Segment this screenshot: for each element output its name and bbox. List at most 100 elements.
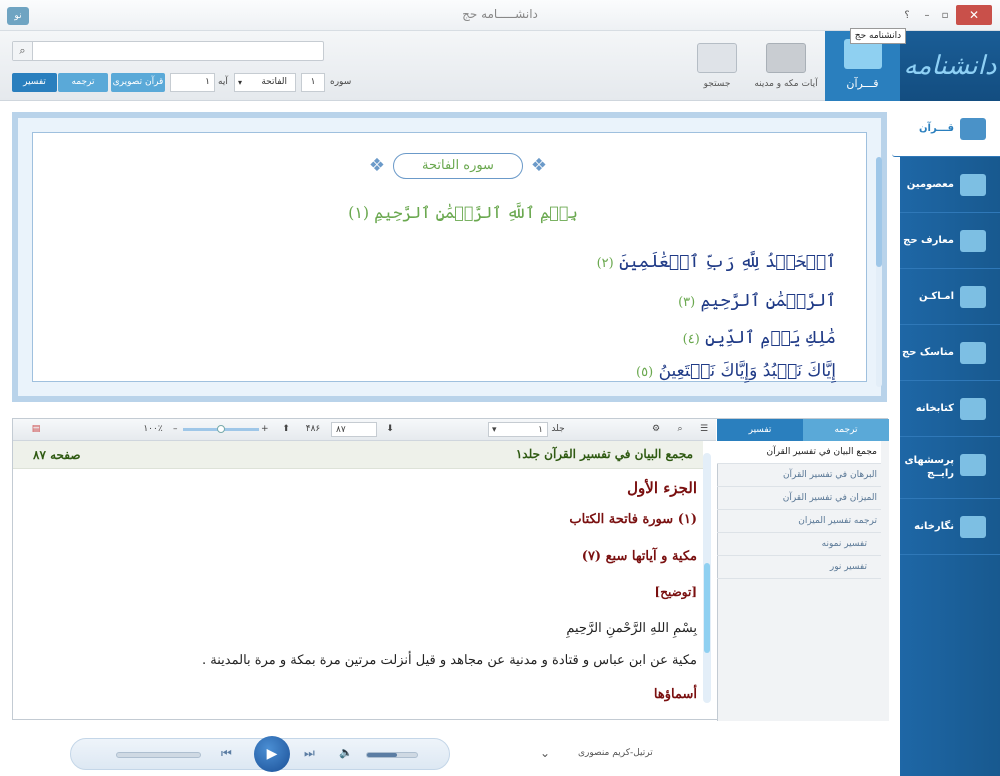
page-input[interactable]: ٨٧ bbox=[331, 422, 377, 437]
progress-bar[interactable] bbox=[116, 752, 201, 758]
page-total: ۴٨۶ bbox=[305, 424, 321, 434]
sidebar-item-label: امـاکـن bbox=[918, 291, 954, 302]
sidebar-item-quran[interactable]: قـــرآن bbox=[892, 101, 1000, 157]
page-label: صفحه ٨٧ bbox=[33, 448, 81, 462]
library-icon bbox=[960, 398, 986, 420]
volume-icon[interactable]: 🔈 bbox=[339, 746, 353, 759]
help-button[interactable]: ؟ bbox=[898, 8, 916, 24]
previous-icon[interactable]: ⏮ bbox=[221, 746, 232, 761]
sidebar-item-label: معارف حج bbox=[903, 235, 954, 246]
tafsir-scrollbar[interactable] bbox=[703, 453, 711, 703]
chevron-down-icon: ▾ bbox=[492, 425, 497, 435]
chevron-down-icon[interactable]: ⌄ bbox=[540, 746, 550, 760]
sidebar-item-masumin[interactable]: معصومین bbox=[900, 157, 1000, 213]
tafsir-button[interactable]: تفسیر bbox=[12, 73, 57, 92]
mecca-medina-tool-button[interactable]: آیات مکه و مدینه bbox=[752, 39, 820, 95]
surah-select[interactable]: ▾ الفاتحة bbox=[234, 73, 296, 92]
search-tool-button[interactable]: جستجو bbox=[683, 39, 751, 95]
pdf-icon[interactable]: ▤ bbox=[28, 422, 44, 437]
next-icon[interactable]: ⏭ bbox=[304, 746, 315, 761]
tooltip: دانشنامه حج bbox=[850, 28, 906, 44]
close-button[interactable]: ✕ bbox=[956, 5, 992, 25]
surah-number-field[interactable]: ۱ bbox=[301, 73, 325, 92]
list-item[interactable]: مجمع البيان في تفسير القرآن bbox=[717, 441, 881, 464]
scrollbar-thumb[interactable] bbox=[704, 563, 710, 653]
list-item[interactable]: الميزان في تفسير القرآن bbox=[717, 487, 881, 510]
verse-text: إِيَّاكَ نَعۡبُدُ وَإِيَّاكَ نَسۡتَعِينُ bbox=[658, 361, 836, 381]
tafsir-panel: ▤ ١٠٠٪ – + ⬆ ۴٨۶ ٨٧ ⬇ ▾ ١ جلد ⚙ ⌕ ☰ صفحه… bbox=[12, 418, 889, 721]
quran-icon bbox=[960, 118, 986, 140]
gallery-icon bbox=[960, 516, 986, 538]
list-item[interactable]: تفسیر نور bbox=[717, 556, 881, 579]
ornament-left-icon: ❖ bbox=[368, 155, 386, 176]
gear-icon[interactable]: ⚙ bbox=[649, 422, 663, 437]
sidebar-item-gallery[interactable]: نگارخانه bbox=[900, 499, 1000, 555]
magnifier-book-icon bbox=[697, 43, 737, 73]
mecca-medina-tool-label: آیات مکه و مدینه bbox=[754, 79, 818, 89]
zoom-slider[interactable]: – + bbox=[173, 422, 269, 437]
tafsir-line: أسماؤها bbox=[653, 687, 697, 702]
faq-icon bbox=[960, 454, 986, 476]
audio-player: ⏮ ▶ ⏭ 🔈 bbox=[70, 736, 450, 772]
page-down-icon[interactable]: ⬇ bbox=[383, 422, 397, 437]
verse-text: مَٰلِكِ يَوۡمِ ٱلدِّينِ bbox=[705, 328, 836, 348]
ayeh-value: ۱ bbox=[205, 77, 210, 87]
restore-button[interactable]: ▫ bbox=[936, 8, 954, 24]
scrollbar-thumb[interactable] bbox=[876, 157, 882, 267]
verse-line: إِيَّاكَ نَعۡبُدُ وَإِيَّاكَ نَسۡتَعِينُ… bbox=[636, 361, 836, 381]
play-button[interactable]: ▶ bbox=[254, 736, 290, 772]
book-title: مجمع البيان في تفسير القرآن جلد١ bbox=[515, 447, 693, 461]
kaaba-icon bbox=[960, 230, 986, 252]
volume-slider[interactable] bbox=[366, 752, 418, 758]
surah-title: سوره الفاتحة bbox=[393, 153, 523, 179]
tab-tafsir[interactable]: تفسیر bbox=[717, 419, 803, 441]
verse-number: (٣) bbox=[678, 295, 696, 310]
window-title: دانشـــــامه حج bbox=[462, 7, 538, 21]
app-logo-icon: نو bbox=[7, 7, 29, 25]
quran-tasviri-button[interactable]: قرآن تصویری bbox=[111, 73, 165, 92]
sidebar-item-faq[interactable]: پرسشهای رایــج bbox=[900, 437, 1000, 499]
sidebar: قـــرآن معصومین معارف حج امـاکـن مناسک ح… bbox=[892, 101, 1000, 776]
page-up-icon[interactable]: ⬆ bbox=[279, 422, 293, 437]
list-item[interactable]: البرهان في تفسير القرآن bbox=[717, 464, 881, 487]
ayeh-field[interactable]: ۱ bbox=[170, 73, 215, 92]
reciter-label[interactable]: ترتیل-کریم منصوری bbox=[578, 748, 653, 758]
search-tool-label: جستجو bbox=[703, 79, 731, 89]
minimize-button[interactable]: – bbox=[918, 8, 936, 24]
verse-line: ٱلرَّحۡمَٰنِ ٱلرَّحِيمِ (٣) bbox=[678, 290, 836, 311]
title-bar: نو دانشـــــامه حج ؟ – ▫ ✕ bbox=[0, 0, 1000, 31]
volume-select[interactable]: ▾ ١ bbox=[488, 422, 548, 437]
sidebar-item-label: معصومین bbox=[906, 179, 954, 190]
verse-line: ٱلۡحَمۡدُ لِلَّهِ رَبِّ ٱلۡعَٰلَمِينَ (٢… bbox=[597, 251, 836, 272]
tarjome-button[interactable]: ترجمه bbox=[58, 73, 108, 92]
tafsir-header: صفحه ٨٧ مجمع البيان في تفسير القرآن جلد١ bbox=[13, 441, 703, 469]
sidebar-item-maaref-hajj[interactable]: معارف حج bbox=[900, 213, 1000, 269]
sidebar-item-library[interactable]: کتابخانه bbox=[900, 381, 1000, 437]
places-icon bbox=[960, 286, 986, 308]
sidebar-item-label: قـــرآن bbox=[919, 123, 954, 134]
sidebar-item-manasek[interactable]: مناسک حج bbox=[900, 325, 1000, 381]
surah-select-value: الفاتحة bbox=[261, 77, 287, 87]
volume-value: ١ bbox=[538, 425, 543, 435]
sidebar-item-amaken[interactable]: امـاکـن bbox=[900, 269, 1000, 325]
search-input[interactable]: ⌕ bbox=[12, 41, 324, 61]
volume-fill bbox=[367, 753, 397, 757]
quran-scrollbar[interactable] bbox=[876, 157, 882, 387]
list-item[interactable]: ترجمه تفسیر المیزان bbox=[717, 510, 881, 533]
zoom-value: ١٠٠٪ bbox=[143, 424, 163, 434]
list-item[interactable]: تفسیر نمونه bbox=[717, 533, 881, 556]
bismillah: بِسۡمِ ٱللَّهِ ٱلرَّحۡمَٰنِ ٱلرَّحِيمِ (… bbox=[348, 203, 578, 222]
list-icon[interactable]: ☰ bbox=[697, 422, 711, 437]
surah-label: سوره bbox=[330, 77, 352, 87]
sidebar-item-label: نگارخانه bbox=[914, 521, 954, 532]
masumin-icon bbox=[960, 174, 986, 196]
tafsir-line: بِسْمِ اللهِ الرَّحْمنِ الرَّحِيمِ bbox=[566, 621, 697, 636]
tab-tarjome[interactable]: ترجمه bbox=[803, 419, 889, 441]
search-icon[interactable]: ⌕ bbox=[673, 422, 687, 437]
pilgrim-icon bbox=[960, 342, 986, 364]
mosque-icon bbox=[766, 43, 806, 73]
verse-text: ٱلۡحَمۡدُ لِلَّهِ رَبِّ ٱلۡعَٰلَمِينَ bbox=[619, 252, 836, 272]
search-icon[interactable]: ⌕ bbox=[13, 42, 33, 60]
tafsir-book-list: مجمع البيان في تفسير القرآن البرهان في ت… bbox=[717, 441, 889, 721]
sidebar-item-label: پرسشهای رایــج bbox=[904, 455, 954, 479]
